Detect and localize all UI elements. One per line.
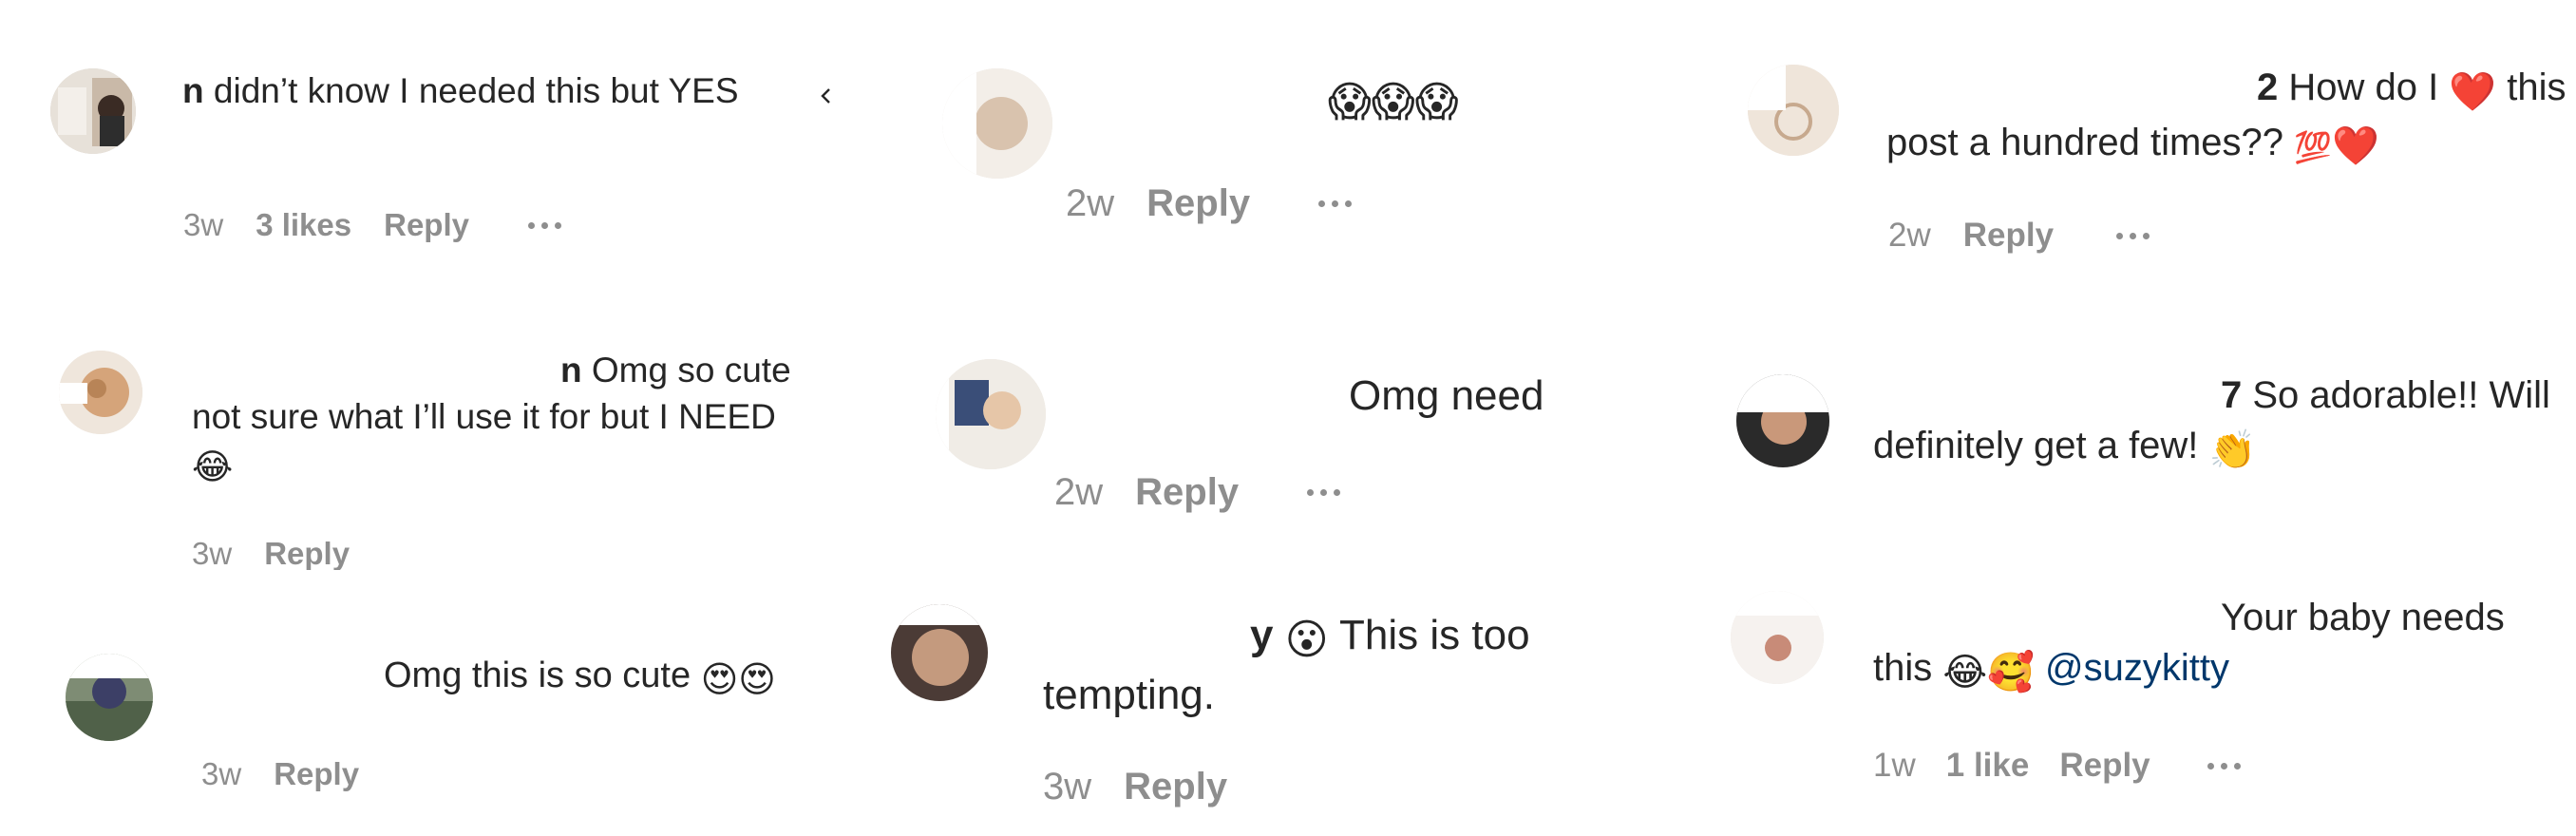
- screenshot-column-2: 😱😱😱 2w Reply Omg need 2w Reply y 😮 This …: [855, 0, 1710, 836]
- avatar[interactable]: [1748, 65, 1839, 156]
- comment-meta: 3w Reply: [1043, 766, 1227, 808]
- comment-text: y 😮 This is too tempting.: [1043, 608, 1689, 723]
- reply-button[interactable]: Reply: [1135, 471, 1239, 514]
- comment-item: 2 How do I ❤️ this post a hundred times?…: [1710, 0, 2576, 285]
- username-redaction: [1052, 370, 1337, 418]
- comment-timestamp: 3w: [183, 207, 224, 242]
- comment-meta: 3w 3 likes Reply: [183, 207, 561, 243]
- comment-text: n didn’t know I needed this but YES: [182, 68, 771, 115]
- comment-meta: 2w Reply: [1888, 217, 2150, 255]
- comment-username[interactable]: 2: [2257, 66, 2278, 108]
- avatar[interactable]: [942, 68, 1052, 179]
- comment-item: Your baby needs this 😂🥰 @suzykitty 1w 1 …: [1710, 570, 2576, 836]
- avatar[interactable]: [50, 68, 136, 154]
- comment-username[interactable]: n: [192, 351, 582, 390]
- avatar[interactable]: [66, 654, 153, 741]
- comment-likes[interactable]: 3 likes: [256, 207, 351, 243]
- comment-item: 7 So adorable!! Will definitely get a fe…: [1710, 285, 2576, 570]
- comment-timestamp: 3w: [1043, 766, 1092, 808]
- comment-text: 2 How do I ❤️ this post a hundred times?…: [1886, 63, 2570, 172]
- comment-timestamp: 2w: [1054, 471, 1104, 513]
- reply-button[interactable]: Reply: [264, 538, 350, 570]
- more-options-icon[interactable]: [1307, 489, 1341, 496]
- more-options-icon[interactable]: [1318, 200, 1353, 207]
- hundred-points-icon: 💯: [2294, 130, 2333, 165]
- emoji: 😱😱😱: [1328, 79, 1459, 126]
- heart-icon: ❤️: [2332, 125, 2379, 168]
- reply-button[interactable]: Reply: [2059, 747, 2150, 785]
- comment-text: Your baby needs this 😂🥰 @suzykitty: [1873, 593, 2571, 697]
- comment-timestamp: 3w: [192, 538, 233, 570]
- comment-meta: 2w Reply: [1054, 471, 1341, 514]
- comment-timestamp: 1w: [1873, 747, 1916, 784]
- comment-item: n Omg so cute not sure what I’ll use it …: [0, 285, 855, 570]
- comment-meta: 3w Reply: [201, 756, 359, 792]
- comment-body: didn’t know I needed this but YES: [213, 71, 739, 110]
- emoji: 😮: [1284, 617, 1329, 664]
- chevron-left-icon[interactable]: [817, 87, 834, 104]
- comment-text: 😱😱😱: [1328, 70, 1689, 130]
- reply-button[interactable]: Reply: [1963, 217, 2054, 255]
- avatar[interactable]: [891, 604, 988, 701]
- comment-meta: 3w Reply: [192, 538, 350, 570]
- comment-timestamp: 3w: [201, 756, 242, 791]
- more-options-icon[interactable]: [527, 221, 561, 229]
- username-redaction: [199, 644, 380, 678]
- comment-item: 😱😱😱 2w Reply: [855, 0, 1710, 285]
- reply-button[interactable]: Reply: [1124, 766, 1227, 808]
- comment-username[interactable]: y: [1043, 612, 1273, 658]
- avatar[interactable]: [1736, 374, 1829, 467]
- comment-body: Omg need: [1349, 372, 1544, 419]
- comment-text: 7 So adorable!! Will definitely get a fe…: [1873, 370, 2557, 475]
- comment-timestamp: 2w: [1888, 217, 1931, 254]
- emoji: 😍😍: [700, 659, 776, 700]
- comment-username[interactable]: 7: [2221, 374, 2242, 416]
- comment-timestamp: 2w: [1066, 182, 1115, 224]
- comment-meta: 2w Reply: [1066, 182, 1353, 225]
- comment-item: n didn’t know I needed this but YES 3w 3…: [0, 0, 855, 285]
- emoji: 😂🥰: [1942, 651, 2035, 694]
- comment-item: y 😮 This is too tempting. 3w Reply: [855, 570, 1710, 836]
- avatar[interactable]: [936, 359, 1046, 469]
- emoji: 👏: [2208, 428, 2257, 471]
- comment-item: Omg need 2w Reply: [855, 285, 1710, 570]
- comment-body: Omg this is so cute: [384, 656, 691, 695]
- comment-item: Omg this is so cute 😍😍 3w Reply: [0, 570, 855, 836]
- comment-meta: 1w 1 like Reply: [1873, 747, 2241, 785]
- comment-likes[interactable]: 1 like: [1946, 747, 2030, 785]
- username-redaction: [1066, 68, 1341, 120]
- screenshot-column-3: 2 How do I ❤️ this post a hundred times?…: [1710, 0, 2576, 836]
- comment-body-1: How do I: [2288, 66, 2439, 108]
- reply-button[interactable]: Reply: [274, 756, 359, 792]
- emoji: 😂: [192, 447, 234, 487]
- comment-username[interactable]: n: [182, 71, 204, 110]
- reply-button[interactable]: Reply: [1146, 182, 1250, 225]
- avatar[interactable]: [59, 351, 142, 434]
- more-options-icon[interactable]: [2116, 232, 2150, 239]
- comment-text: n Omg so cute not sure what I’ll use it …: [192, 348, 809, 491]
- avatar[interactable]: [1731, 591, 1824, 684]
- reply-button[interactable]: Reply: [384, 207, 469, 243]
- more-options-icon[interactable]: [2207, 762, 2241, 770]
- comment-text: Omg this is so cute 😍😍: [384, 652, 859, 704]
- mention-link[interactable]: @suzykitty: [2045, 647, 2229, 689]
- heart-icon: ❤️: [2449, 70, 2497, 113]
- screenshot-column-1: n didn’t know I needed this but YES 3w 3…: [0, 0, 855, 836]
- comment-text: Omg need: [1349, 369, 1691, 424]
